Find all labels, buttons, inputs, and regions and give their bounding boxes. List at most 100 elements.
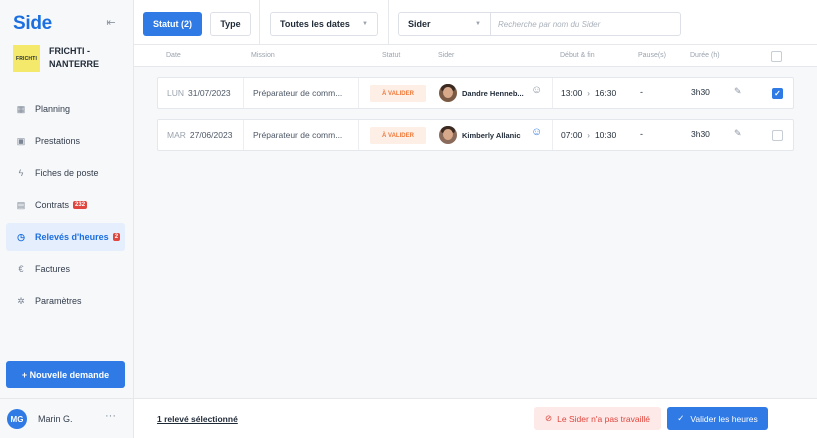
- table-header: Date Mission Statut Sider Début & fin Pa…: [134, 45, 817, 67]
- sidebar-item-prestations[interactable]: ▣ Prestations: [6, 127, 125, 155]
- timesheets-count-badge: 2: [112, 233, 121, 241]
- euro-icon: €: [18, 264, 24, 274]
- sidebar-item-label: Planning: [35, 104, 71, 114]
- type-filter-button[interactable]: Type: [210, 12, 251, 36]
- row-mission: Préparateur de comm...: [253, 130, 343, 140]
- smile-plus-icon[interactable]: ☺: [531, 84, 542, 96]
- sidebar-item-releves-d-heures[interactable]: ◷ Relevés d'heures 2: [6, 223, 125, 251]
- column-header-sider: Sider: [438, 52, 455, 59]
- sidebar-item-planning[interactable]: ▦ Planning: [6, 95, 125, 123]
- row-date: 27/06/2023: [189, 130, 233, 140]
- not-worked-label: Le Sider n'a pas travaillé: [557, 413, 650, 424]
- date-cell: LUN 31/07/2023: [158, 78, 244, 108]
- duration-value: 3h30: [691, 129, 710, 139]
- edit-pencil-icon[interactable]: ✎: [734, 128, 742, 139]
- document-icon: ▤: [16, 199, 26, 210]
- sider-select[interactable]: Sider ▼: [399, 13, 491, 35]
- smile-icon[interactable]: ☺: [531, 126, 542, 138]
- sidebar-item-contrats[interactable]: ▤ Contrats 232: [6, 191, 125, 219]
- toolbar-divider: [259, 0, 260, 45]
- user-menu[interactable]: MG Marin G. ···: [0, 398, 134, 438]
- sidebar-item-parametres[interactable]: ✲ Paramètres: [6, 287, 125, 315]
- table-row[interactable]: MAR 27/06/2023 Préparateur de comm... À …: [157, 119, 794, 151]
- sider-name: Dandre Henneb...: [462, 88, 524, 98]
- more-options-icon[interactable]: ···: [105, 410, 116, 422]
- validate-label: Valider les heures: [690, 413, 758, 424]
- filter-toolbar: Statut (2) Type Toutes les dates ▼ Sider…: [134, 0, 817, 45]
- edit-pencil-icon[interactable]: ✎: [734, 86, 742, 97]
- sidebar-item-label: Prestations: [35, 136, 81, 146]
- selected-count-link[interactable]: 1 relevé sélectionné: [157, 414, 238, 424]
- column-header-duration: Durée (h): [690, 52, 720, 59]
- column-header-date: Date: [166, 52, 181, 59]
- dates-filter-label: Toutes les dates: [280, 19, 350, 29]
- duration-value: 3h30: [691, 87, 710, 97]
- sider-avatar: [439, 84, 457, 102]
- column-header-status: Statut: [382, 52, 401, 59]
- select-all-checkbox[interactable]: [771, 51, 782, 62]
- validate-hours-button[interactable]: ✓ Valider les heures: [667, 407, 768, 430]
- new-request-button[interactable]: + Nouvelle demande: [6, 361, 125, 388]
- column-header-mission: Mission: [251, 52, 275, 59]
- column-header-pauses: Pause(s): [638, 52, 667, 59]
- arrow-right-icon: ›: [587, 88, 590, 98]
- row-checkbox[interactable]: ✓: [772, 88, 783, 99]
- bolt-icon: ϟ: [18, 168, 24, 178]
- dates-filter-select[interactable]: Toutes les dates ▼: [270, 12, 378, 36]
- column-header-start-end: Début & fin: [560, 52, 595, 59]
- sidebar-item-label: Relevés d'heures: [35, 232, 109, 242]
- contracts-count-badge: 232: [73, 201, 88, 209]
- row-mission: Préparateur de comm...: [253, 88, 343, 98]
- sider-search-group: Sider ▼: [398, 12, 681, 36]
- start-time: 07:00: [561, 130, 583, 140]
- org-logo: FRICHTI: [13, 45, 40, 72]
- org-name[interactable]: FRICHTI - NANTERRE: [49, 45, 129, 71]
- clock-icon: ◷: [17, 231, 25, 242]
- sidebar-item-fiches-de-poste[interactable]: ϟ Fiches de poste: [6, 159, 125, 187]
- sidebar-item-label: Factures: [35, 264, 71, 274]
- sidebar: Side ⇤ FRICHTI FRICHTI - NANTERRE ▦ Plan…: [0, 0, 134, 438]
- calendar-icon: ▦: [16, 103, 26, 114]
- row-checkbox[interactable]: [772, 130, 783, 141]
- start-time: 13:00: [561, 88, 583, 98]
- avatar: MG: [7, 409, 27, 429]
- sidebar-item-factures[interactable]: € Factures: [6, 255, 125, 283]
- sider-did-not-work-button[interactable]: ⊘ Le Sider n'a pas travaillé: [534, 407, 661, 430]
- check-icon: ✓: [677, 413, 685, 423]
- start-end-cell: 13:00 › 16:30: [561, 78, 636, 108]
- status-badge: À VALIDER: [370, 127, 426, 144]
- mission-cell: Préparateur de comm...: [244, 120, 359, 150]
- sider-select-label: Sider: [408, 19, 431, 29]
- toolbar-divider: [388, 0, 389, 45]
- user-name: Marin G.: [38, 414, 73, 424]
- mission-cell: Préparateur de comm...: [244, 78, 359, 108]
- arrow-right-icon: ›: [587, 130, 590, 140]
- pause-value: -: [640, 87, 643, 97]
- brand-logo[interactable]: Side: [13, 13, 52, 35]
- sider-avatar: [439, 126, 457, 144]
- pause-value: -: [640, 129, 643, 139]
- forbidden-icon: ⊘: [545, 413, 553, 423]
- sidebar-item-label: Contrats: [35, 200, 70, 210]
- sider-search-input[interactable]: [492, 13, 680, 35]
- status-badge: À VALIDER: [370, 85, 426, 102]
- status-filter-button[interactable]: Statut (2): [143, 12, 202, 36]
- sidebar-nav: ▦ Planning ▣ Prestations ϟ Fiches de pos…: [6, 95, 125, 319]
- table-row[interactable]: LUN 31/07/2023 Préparateur de comm... À …: [157, 77, 794, 109]
- row-day: MAR: [167, 130, 186, 140]
- chevron-down-icon: ▼: [362, 21, 368, 27]
- timesheets-table: Date Mission Statut Sider Début & fin Pa…: [134, 45, 817, 398]
- sider-name: Kimberly Allanic: [462, 130, 521, 140]
- selection-footer: 1 relevé sélectionné ⊘ Le Sider n'a pas …: [134, 398, 817, 438]
- gear-icon: ✲: [17, 295, 25, 306]
- briefcase-icon: ▣: [16, 135, 26, 146]
- sidebar-item-label: Fiches de poste: [35, 168, 99, 178]
- row-date: 31/07/2023: [188, 88, 231, 98]
- date-cell: MAR 27/06/2023: [158, 120, 244, 150]
- collapse-sidebar-icon[interactable]: ⇤: [104, 17, 118, 29]
- end-time: 16:30: [594, 88, 617, 98]
- end-time: 10:30: [594, 130, 617, 140]
- start-end-cell: 07:00 › 10:30: [561, 120, 636, 150]
- chevron-down-icon: ▼: [475, 21, 481, 27]
- row-day: LUN: [167, 88, 185, 98]
